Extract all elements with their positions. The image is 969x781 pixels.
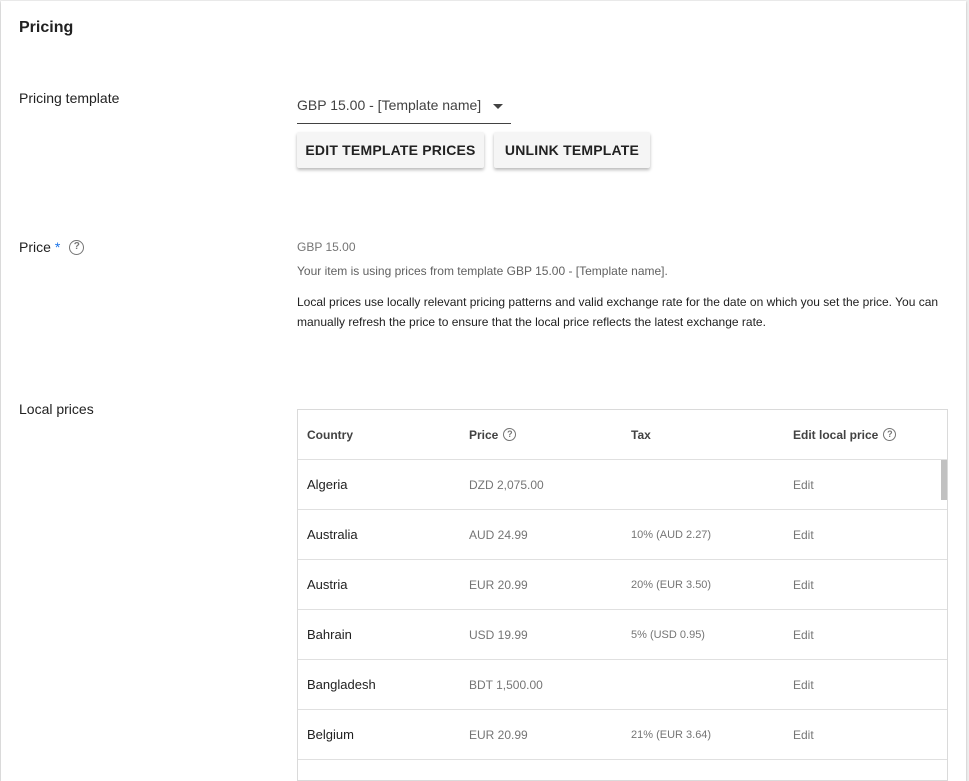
required-marker: * xyxy=(55,239,60,255)
edit-link[interactable]: Edit xyxy=(784,660,947,710)
pricing-template-selected: GBP 15.00 - [Template name] xyxy=(297,97,481,113)
country-cell: Austria xyxy=(298,560,460,610)
country-cell: Belgium xyxy=(298,710,460,760)
price-cell: AUD 24.99 xyxy=(460,510,622,560)
help-icon[interactable]: ? xyxy=(69,240,84,255)
table-row: Algeria DZD 2,075.00 Edit xyxy=(298,460,947,510)
column-header-edit-label: Edit local price xyxy=(793,428,878,442)
edit-link[interactable]: Edit xyxy=(784,610,947,660)
table-row: Belgium EUR 20.99 21% (EUR 3.64) Edit xyxy=(298,710,947,760)
section-title: Pricing xyxy=(19,19,73,37)
column-header-price: Price ? xyxy=(460,410,622,460)
edit-link[interactable]: Edit xyxy=(784,560,947,610)
local-prices-table: Country Price ? Tax Edit local price ? xyxy=(297,409,948,781)
price-label: Price xyxy=(19,239,51,255)
edit-link[interactable]: Edit xyxy=(784,510,947,560)
help-icon[interactable]: ? xyxy=(883,428,896,441)
price-value: GBP 15.00 xyxy=(297,240,356,254)
column-header-price-label: Price xyxy=(469,428,498,442)
column-header-edit: Edit local price ? xyxy=(784,410,947,460)
edit-link[interactable]: Edit xyxy=(784,460,947,510)
unlink-template-button[interactable]: UNLINK TEMPLATE xyxy=(494,132,650,168)
table-header-row: Country Price ? Tax Edit local price ? xyxy=(298,410,947,460)
pricing-template-label: Pricing template xyxy=(19,90,119,106)
country-cell: Bahrain xyxy=(298,610,460,660)
tax-cell xyxy=(622,660,784,710)
price-label-row: Price * ? xyxy=(19,239,84,255)
price-template-note: Your item is using prices from template … xyxy=(297,264,668,278)
tax-cell xyxy=(622,460,784,510)
pricing-template-dropdown[interactable]: GBP 15.00 - [Template name] xyxy=(297,87,511,124)
table-row xyxy=(298,760,947,781)
tax-cell: 20% (EUR 3.50) xyxy=(622,560,784,610)
country-cell: Australia xyxy=(298,510,460,560)
column-header-country: Country xyxy=(298,410,460,460)
table-row: Australia AUD 24.99 10% (AUD 2.27) Edit xyxy=(298,510,947,560)
pricing-card: Pricing Pricing template GBP 15.00 - [Te… xyxy=(1,1,966,781)
price-description: Local prices use locally relevant pricin… xyxy=(297,292,957,332)
edit-link[interactable]: Edit xyxy=(784,710,947,760)
tax-cell: 21% (EUR 3.64) xyxy=(622,710,784,760)
price-cell: DZD 2,075.00 xyxy=(460,460,622,510)
country-cell xyxy=(298,760,460,781)
column-header-tax: Tax xyxy=(622,410,784,460)
tax-cell xyxy=(622,760,784,781)
tax-cell: 5% (USD 0.95) xyxy=(622,610,784,660)
price-cell: EUR 20.99 xyxy=(460,710,622,760)
edit-template-prices-button[interactable]: EDIT TEMPLATE PRICES xyxy=(297,132,484,168)
price-cell xyxy=(460,760,622,781)
price-cell: EUR 20.99 xyxy=(460,560,622,610)
price-cell: USD 19.99 xyxy=(460,610,622,660)
help-icon[interactable]: ? xyxy=(503,428,516,441)
tax-cell: 10% (AUD 2.27) xyxy=(622,510,784,560)
table-row: Bahrain USD 19.99 5% (USD 0.95) Edit xyxy=(298,610,947,660)
table-row: Bangladesh BDT 1,500.00 Edit xyxy=(298,660,947,710)
country-cell: Algeria xyxy=(298,460,460,510)
table-row: Austria EUR 20.99 20% (EUR 3.50) Edit xyxy=(298,560,947,610)
edit-link[interactable] xyxy=(784,760,947,781)
price-cell: BDT 1,500.00 xyxy=(460,660,622,710)
table-scrollbar[interactable] xyxy=(941,460,947,500)
local-prices-label: Local prices xyxy=(19,401,94,417)
dropdown-arrow-icon xyxy=(493,104,503,109)
country-cell: Bangladesh xyxy=(298,660,460,710)
